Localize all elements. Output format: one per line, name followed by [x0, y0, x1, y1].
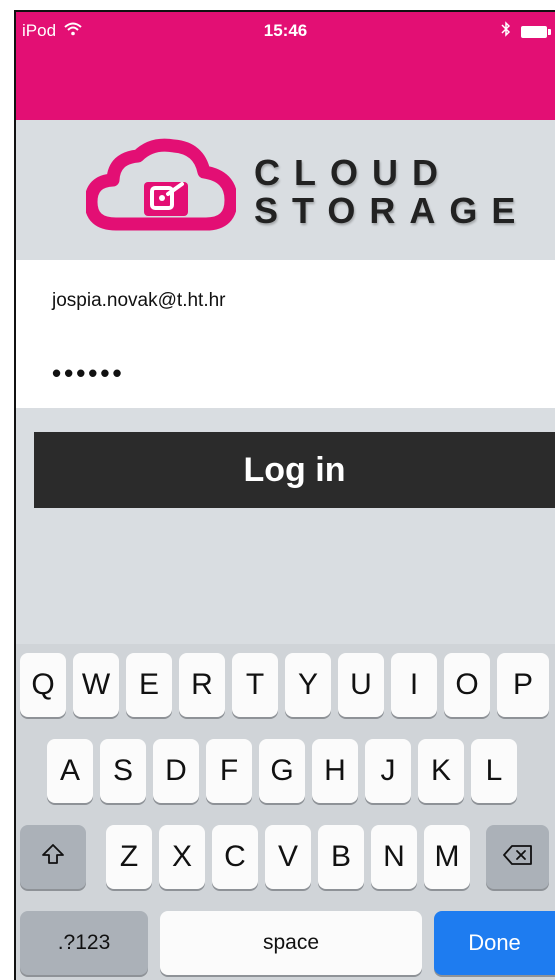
key-x[interactable]: X — [159, 825, 205, 889]
cloud-logo-icon — [84, 138, 238, 243]
logo-band: CLOUD STORAGE — [16, 120, 555, 260]
keyboard: Q W E R T Y U I O P A S D F G H J K L Z … — [16, 644, 555, 980]
shift-icon — [41, 840, 65, 874]
app-screen: iPod 15:46 CLOUD STORAGE jospia.novak@t.… — [14, 10, 555, 980]
numbers-key[interactable]: .?123 — [20, 911, 148, 975]
key-l[interactable]: L — [471, 739, 517, 803]
key-s[interactable]: S — [100, 739, 146, 803]
backspace-key[interactable] — [486, 825, 549, 889]
key-t[interactable]: T — [232, 653, 278, 717]
logo-line-storage: STORAGE — [254, 190, 530, 231]
key-j[interactable]: J — [365, 739, 411, 803]
status-bar: iPod 15:46 — [16, 12, 555, 48]
backspace-icon — [502, 840, 533, 874]
password-field[interactable]: •••••• — [52, 358, 125, 389]
key-v[interactable]: V — [265, 825, 311, 889]
space-key[interactable]: space — [160, 911, 422, 975]
key-a[interactable]: A — [47, 739, 93, 803]
key-d[interactable]: D — [153, 739, 199, 803]
key-f[interactable]: F — [206, 739, 252, 803]
key-p[interactable]: P — [497, 653, 549, 717]
email-field[interactable]: jospia.novak@t.ht.hr — [52, 290, 226, 312]
status-time: 15:46 — [263, 21, 308, 40]
shift-key[interactable] — [20, 825, 86, 889]
key-u[interactable]: U — [338, 653, 384, 717]
key-w[interactable]: W — [73, 653, 119, 717]
key-m[interactable]: M — [424, 825, 470, 889]
logo-line-cloud: CLOUD — [254, 152, 452, 193]
status-right — [501, 21, 551, 42]
key-h[interactable]: H — [312, 739, 358, 803]
key-b[interactable]: B — [318, 825, 364, 889]
key-q[interactable]: Q — [20, 653, 66, 717]
key-o[interactable]: O — [444, 653, 490, 717]
key-i[interactable]: I — [391, 653, 437, 717]
login-button[interactable]: Log in — [34, 432, 555, 508]
login-fields: jospia.novak@t.ht.hr •••••• — [16, 260, 555, 408]
key-g[interactable]: G — [259, 739, 305, 803]
key-c[interactable]: C — [212, 825, 258, 889]
battery-icon — [521, 25, 551, 38]
logo-wordmark: CLOUD STORAGE — [254, 154, 529, 230]
key-r[interactable]: R — [179, 653, 225, 717]
header-bar: iPod 15:46 — [16, 12, 555, 120]
bluetooth-icon — [501, 21, 511, 42]
key-n[interactable]: N — [371, 825, 417, 889]
key-z[interactable]: Z — [106, 825, 152, 889]
done-button[interactable]: Done — [434, 911, 555, 975]
key-k[interactable]: K — [418, 739, 464, 803]
key-y[interactable]: Y — [285, 653, 331, 717]
key-e[interactable]: E — [126, 653, 172, 717]
